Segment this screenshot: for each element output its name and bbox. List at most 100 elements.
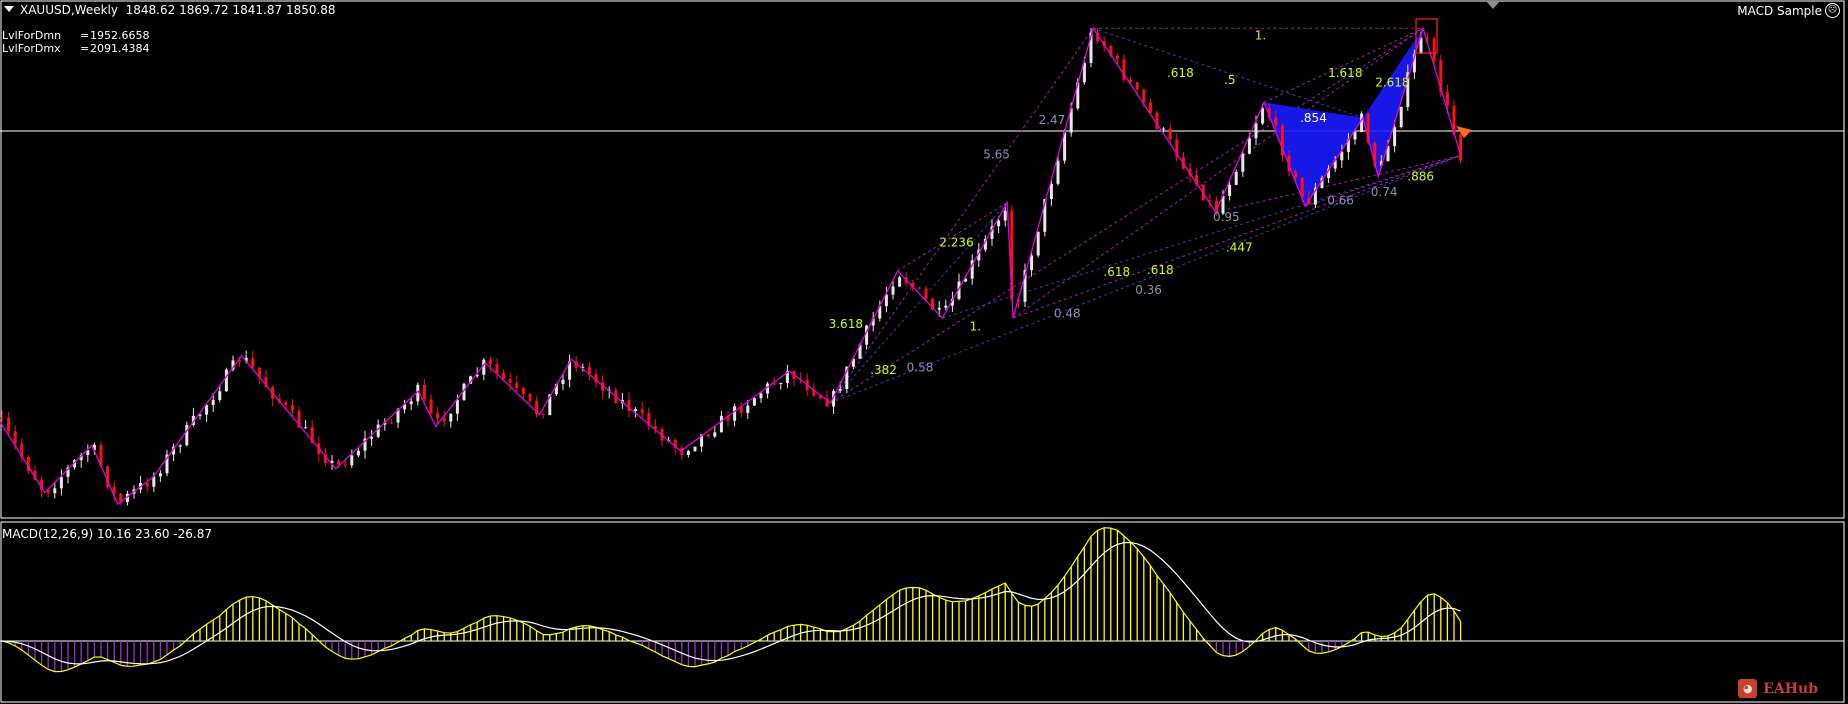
candle-body	[442, 418, 446, 422]
candle-body	[508, 378, 512, 383]
candle-body	[937, 307, 941, 310]
candle-body	[640, 409, 644, 414]
candle-body	[53, 488, 57, 494]
candle-body	[284, 401, 288, 406]
candle-body	[495, 364, 499, 373]
candle-body	[1148, 102, 1152, 113]
fib-label: 0.58	[907, 361, 934, 375]
candle-body	[706, 434, 710, 437]
dropdown-triangle-icon[interactable]	[4, 6, 14, 12]
candle-body	[1056, 160, 1060, 184]
fib-label: .618	[1167, 66, 1194, 80]
candle-body	[449, 413, 453, 422]
candle-body	[634, 409, 638, 411]
candle-body	[251, 357, 255, 368]
candle-body	[429, 399, 433, 414]
candle-body	[224, 369, 228, 392]
candle-body	[13, 431, 17, 444]
candle-body	[917, 287, 921, 289]
robot-logo-icon: ◕	[1738, 679, 1758, 698]
candle-body	[1142, 89, 1146, 103]
candle-body	[944, 305, 948, 308]
candle-body	[746, 405, 750, 413]
fib-label: 3.618	[829, 317, 863, 331]
candle-body	[356, 450, 360, 456]
candle-body	[1445, 92, 1449, 106]
candle-body	[1003, 210, 1007, 221]
candle-body	[1234, 171, 1238, 185]
frown-face-icon[interactable]: ☹	[1825, 3, 1840, 18]
candle-body	[1115, 55, 1119, 60]
candle-body	[1340, 151, 1344, 161]
candle-body	[779, 383, 783, 385]
fib-label: 1.	[970, 319, 981, 333]
fib-label: 0.66	[1327, 193, 1354, 207]
fib-label: .5	[1224, 73, 1235, 87]
candle-body	[455, 400, 459, 414]
chart-header: XAUUSD,Weekly 1848.62 1869.72 1841.87 18…	[4, 3, 336, 17]
candle-body	[370, 436, 374, 439]
candle-body	[436, 413, 440, 419]
candle-body	[337, 460, 341, 465]
eahub-watermark: ◕ EAHub	[1738, 679, 1818, 698]
candle-body	[389, 422, 393, 424]
candle-body	[541, 413, 545, 416]
level-name: LvlForDmn	[2, 29, 62, 42]
candle-body	[178, 445, 182, 447]
ohlc-values: 1848.62 1869.72 1841.87 1850.88	[125, 3, 336, 17]
fib-label: 0.95	[1213, 210, 1240, 224]
candle-body	[1432, 38, 1436, 61]
candle-body	[422, 384, 426, 400]
level-name: LvlForDmx	[2, 42, 61, 55]
candle-body	[1228, 184, 1232, 196]
candle-body	[528, 393, 532, 401]
candle-body	[0, 417, 4, 419]
fib-label: 1.618	[1328, 66, 1362, 80]
candle-body	[1254, 123, 1258, 139]
candle-body	[7, 417, 11, 432]
fib-label: .447	[1226, 240, 1253, 254]
candle-body	[1393, 127, 1397, 147]
candle-body	[1294, 171, 1298, 178]
price-chart[interactable]: 1. .618 .5 1.618 2.618 .854 2.47 5.65 0.95 0.66 0.…	[0, 0, 1848, 704]
candle-body	[1353, 132, 1357, 140]
expert-name[interactable]: MACD Sample	[1737, 4, 1822, 18]
candle-body	[1049, 183, 1053, 200]
candle-body	[1241, 153, 1245, 172]
fib-label: 5.65	[983, 147, 1010, 161]
level-dmx: LvlForDmx = 2091.4384	[2, 42, 150, 55]
candle-body	[185, 424, 189, 446]
candle-body	[350, 455, 354, 466]
candle-body	[1399, 106, 1403, 128]
candle-body	[997, 220, 1001, 227]
candle-body	[515, 382, 519, 389]
level-eq: =	[80, 29, 90, 42]
candle-body	[752, 398, 756, 406]
candle-body	[713, 432, 717, 437]
candle-body	[1459, 134, 1463, 161]
candle-body	[1261, 108, 1265, 124]
candle-body	[1247, 138, 1251, 154]
candle-body	[733, 406, 737, 421]
candle-body	[409, 401, 413, 405]
candle-body	[1030, 255, 1034, 271]
candle-body	[898, 277, 902, 287]
fib-label: 0.74	[1371, 185, 1398, 199]
macd-label: MACD(12,26,9) 10.16 23.60 -26.87	[2, 527, 212, 541]
watermark-text: EAHub	[1763, 680, 1818, 697]
fib-label: .618	[1103, 265, 1130, 279]
candle-body	[924, 288, 928, 299]
candle-body	[1168, 128, 1172, 140]
candle-body	[482, 359, 486, 375]
fib-label: 0.36	[1135, 283, 1162, 297]
candle-body	[1360, 113, 1364, 133]
candle-body	[1135, 82, 1139, 90]
fib-label: 0.48	[1054, 306, 1081, 320]
level-value: 2091.4384	[90, 42, 150, 55]
candle-body	[521, 388, 525, 394]
candle-body	[1036, 231, 1040, 256]
fib-label: .382	[870, 363, 897, 377]
candle-body	[205, 404, 209, 415]
candle-body	[838, 388, 842, 391]
fib-label: 2.618	[1375, 75, 1409, 89]
